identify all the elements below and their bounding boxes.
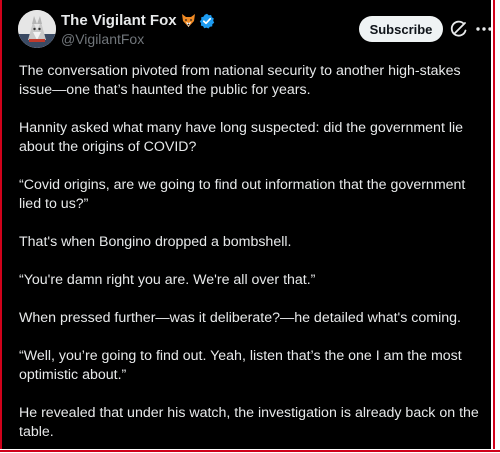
subscribe-button[interactable]: Subscribe bbox=[359, 16, 443, 42]
display-name[interactable]: The Vigilant Fox bbox=[61, 12, 177, 29]
frame-border-right-line bbox=[493, 0, 495, 453]
tweet-paragraph: He revealed that under his watch, the in… bbox=[19, 405, 479, 440]
frame-border-left bbox=[0, 0, 2, 453]
tweet-card: The Vigilant Fox @VigilantFox Subscribe bbox=[0, 0, 500, 453]
frame-border-bottom bbox=[0, 449, 500, 453]
tweet-paragraph: When pressed further—was it deliberate?—… bbox=[19, 310, 461, 326]
tweet-paragraph: That's when Bongino dropped a bombshell. bbox=[19, 234, 292, 250]
tweet-paragraph: Hannity asked what many have long suspec… bbox=[19, 120, 464, 155]
tweet-text: The conversation pivoted from national s… bbox=[19, 62, 481, 453]
handle[interactable]: @VigilantFox bbox=[61, 31, 144, 47]
tweet-header: The Vigilant Fox @VigilantFox Subscribe bbox=[18, 10, 492, 50]
avatar[interactable] bbox=[18, 10, 56, 48]
frame-border-right bbox=[491, 0, 500, 453]
fox-face-emoji-icon bbox=[181, 13, 196, 28]
grok-icon[interactable] bbox=[448, 18, 470, 40]
tweet-paragraph: “Well, you’re going to find out. Yeah, l… bbox=[19, 348, 462, 383]
verified-badge-icon[interactable] bbox=[199, 13, 215, 29]
tweet-paragraph: “Covid origins, are we going to find out… bbox=[19, 177, 466, 212]
frame-border-bottom-line bbox=[0, 450, 500, 452]
name-row: The Vigilant Fox bbox=[61, 12, 215, 29]
tweet-paragraph: The conversation pivoted from national s… bbox=[19, 63, 461, 98]
tweet-paragraph: “You're damn right you are. We're all ov… bbox=[19, 272, 316, 288]
